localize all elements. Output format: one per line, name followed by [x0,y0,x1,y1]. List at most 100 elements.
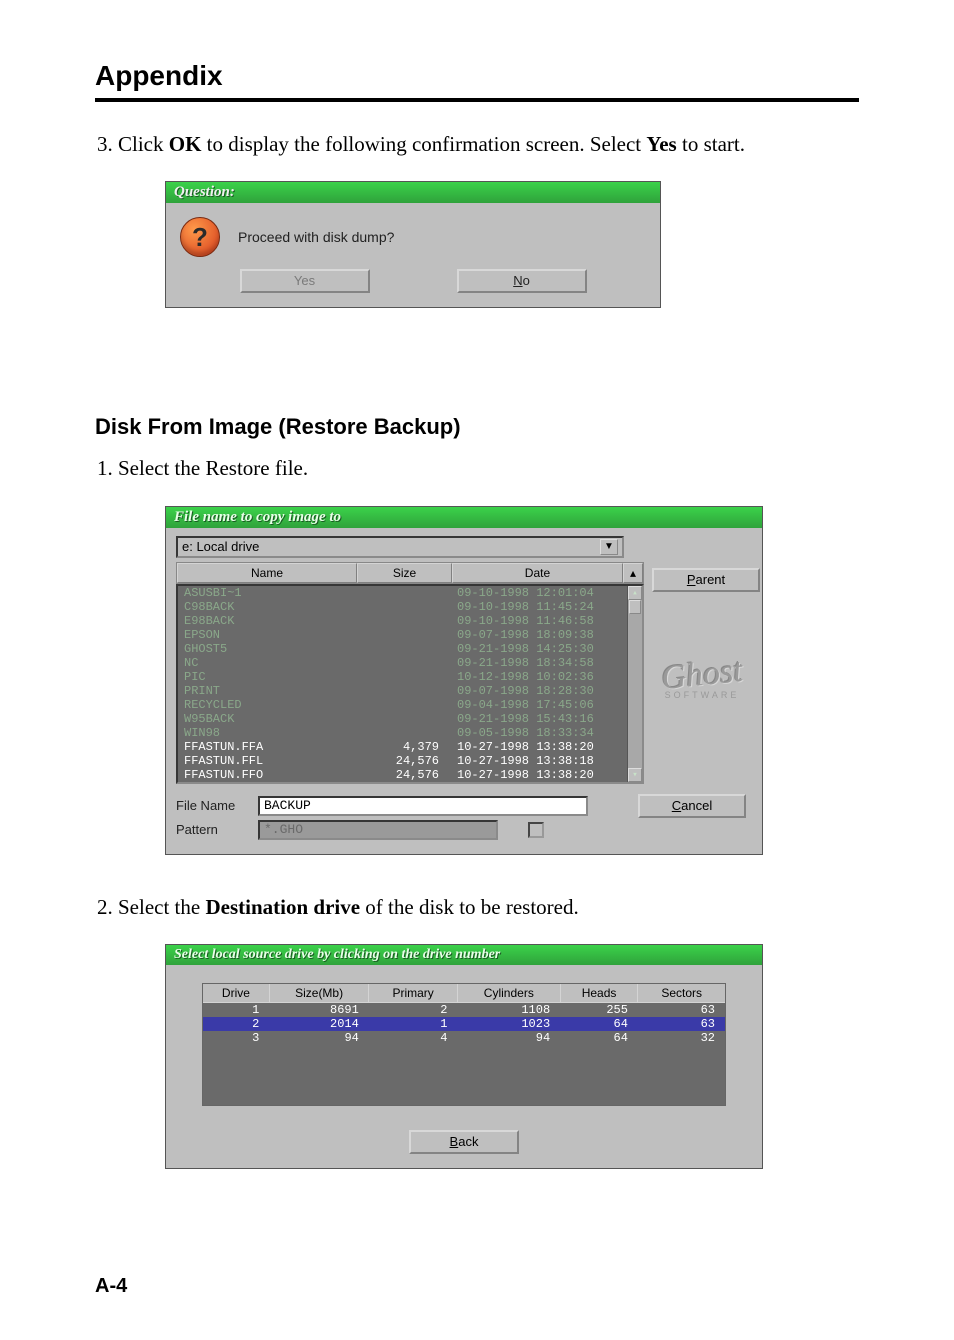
file-row[interactable]: FFASTUN.FFA4,37910-27-1998 13:38:20 [178,740,642,754]
question-dialog-title: Question: [166,182,660,203]
step-3-text: 3. Click OK to display the following con… [95,130,859,159]
drive-cell: 3 [203,1031,270,1045]
drive-col-header[interactable]: Primary [369,984,458,1003]
file-size [362,628,457,642]
drive-cell: 1 [369,1017,458,1031]
file-name: W95BACK [184,712,362,726]
file-size [362,614,457,628]
file-name: ASUSBI~1 [184,586,362,600]
drive-cell: 64 [560,1017,638,1031]
file-name: WIN98 [184,726,362,740]
file-date: 09-21-1998 15:43:16 [457,712,636,726]
drive-cell: 2 [203,1017,270,1031]
file-name: FFASTUN.FFA [184,740,362,754]
appendix-heading: Appendix [95,60,859,92]
file-name: FFASTUN.FFO [184,768,362,782]
file-size [362,656,457,670]
drive-col-header[interactable]: Sectors [638,984,726,1003]
file-size [362,642,457,656]
drive-cell: 63 [638,1003,726,1018]
drive-combo[interactable]: e: Local drive ▼ [176,536,624,558]
scroll-up-icon[interactable]: ▴ [623,563,643,583]
pattern-input[interactable]: *.GHO [258,820,498,840]
file-name: EPSON [184,628,362,642]
file-date: 09-07-1998 18:09:38 [457,628,636,642]
file-row[interactable]: RECYCLED09-04-1998 17:45:06 [178,698,642,712]
drive-combo-value: e: Local drive [182,539,259,554]
chevron-down-icon[interactable]: ▼ [600,539,618,555]
file-row[interactable]: W95BACK 09-21-1998 15:43:16 [178,712,642,726]
ghost-logo: Ghost [651,655,754,696]
file-picker-dialog: File name to copy image to e: Local driv… [165,506,763,855]
file-date: 10-27-1998 13:38:18 [457,754,636,768]
question-dialog: Question: ? Proceed with disk dump? Yes … [165,181,661,308]
file-row[interactable]: ASUSBI~1 09-10-1998 12:01:04 [178,586,642,600]
drive-col-header[interactable]: Cylinders [457,984,560,1003]
file-row[interactable]: E98BACK09-10-1998 11:46:58 [178,614,642,628]
back-button[interactable]: Back [409,1130,519,1154]
cancel-button[interactable]: Cancel [638,794,746,818]
drive-col-header[interactable]: Size(Mb) [269,984,368,1003]
file-list[interactable]: ASUSBI~1 09-10-1998 12:01:04 C98BACK 09-10-… [176,584,644,784]
file-date: 09-07-1998 18:28:30 [457,684,636,698]
file-date: 10-27-1998 13:38:20 [457,768,636,782]
file-name: FFASTUN.FFL [184,754,362,768]
drive-cell: 2 [369,1003,458,1018]
file-list-scrollbar[interactable]: ▴ ▾ [627,586,642,782]
file-name: NC [184,656,362,670]
file-row[interactable]: EPSON 09-07-1998 18:09:38 [178,628,642,642]
drive-cell: 2014 [269,1017,368,1031]
file-date: 09-10-1998 11:46:58 [457,614,636,628]
file-list-headers: Name Size Date ▴ [176,562,644,584]
yes-button[interactable]: Yes [240,269,370,293]
filename-input[interactable]: BACKUP [258,796,588,816]
file-name: GHOST5 [184,642,362,656]
file-row[interactable]: WIN9809-05-1998 18:33:34 [178,726,642,740]
pattern-checkbox[interactable] [528,822,544,838]
col-header-size[interactable]: Size [357,563,452,583]
file-size [362,586,457,600]
parent-button[interactable]: Parent [652,568,760,592]
step-1-text: 1. Select the Restore file. [95,454,859,483]
file-picker-title: File name to copy image to [166,507,762,528]
heading-rule [95,98,859,102]
drive-row[interactable]: 186912110825563 [203,1003,726,1018]
drive-cell: 64 [560,1031,638,1045]
drive-cell: 32 [638,1031,726,1045]
file-date: 10-27-1998 13:38:20 [457,740,636,754]
file-size [362,726,457,740]
file-date: 09-10-1998 11:45:24 [457,600,636,614]
file-row[interactable]: FFASTUN.FFL24,57610-27-1998 13:38:18 [178,754,642,768]
file-size [362,712,457,726]
col-header-date[interactable]: Date [452,563,623,583]
no-button[interactable]: No [457,269,587,293]
drive-table[interactable]: DriveSize(Mb)PrimaryCylindersHeadsSector… [202,983,726,1106]
file-size: 24,576 [362,768,457,782]
drive-cell: 8691 [269,1003,368,1018]
file-size [362,698,457,712]
file-date: 09-10-1998 12:01:04 [457,586,636,600]
file-row[interactable]: PRINT09-07-1998 18:28:30 [178,684,642,698]
drive-col-header[interactable]: Drive [203,984,270,1003]
scrollbar-thumb[interactable] [629,600,641,614]
file-name: PIC [184,670,362,684]
pattern-label: Pattern [176,822,248,837]
file-date: 10-12-1998 10:02:36 [457,670,636,684]
file-size: 24,576 [362,754,457,768]
col-header-name[interactable]: Name [177,563,357,583]
file-row[interactable]: PIC 10-12-1998 10:02:36 [178,670,642,684]
scroll-down-icon[interactable]: ▾ [628,768,642,782]
file-row[interactable]: GHOST509-21-1998 14:25:30 [178,642,642,656]
drive-select-dialog: Select local source drive by clicking on… [165,944,763,1169]
drive-row[interactable]: 3944946432 [203,1031,726,1045]
file-name: C98BACK [184,600,362,614]
file-row[interactable]: FFASTUN.FFO24,57610-27-1998 13:38:20 [178,768,642,782]
file-date: 09-21-1998 18:34:58 [457,656,636,670]
section-heading-restore: Disk From Image (Restore Backup) [95,414,859,440]
file-row[interactable]: NC 09-21-1998 18:34:58 [178,656,642,670]
drive-col-header[interactable]: Heads [560,984,638,1003]
drive-row[interactable]: 22014110236463 [203,1017,726,1031]
drive-cell: 4 [369,1031,458,1045]
file-row[interactable]: C98BACK 09-10-1998 11:45:24 [178,600,642,614]
scroll-up-icon[interactable]: ▴ [628,586,642,600]
